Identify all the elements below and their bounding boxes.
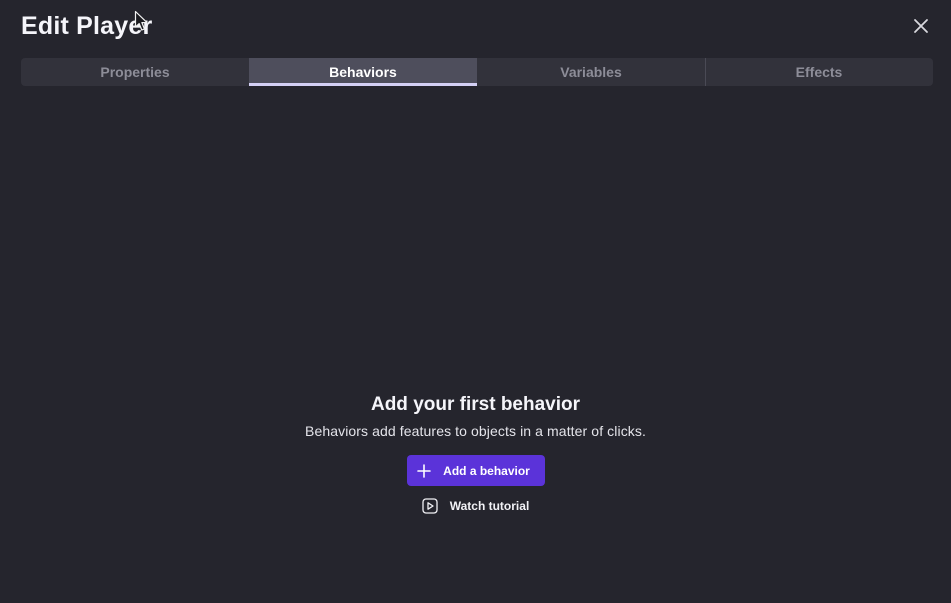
watch-tutorial-button[interactable]: Watch tutorial [422, 495, 530, 517]
tab-label: Properties [100, 64, 170, 80]
plus-icon [417, 463, 431, 478]
add-behavior-label: Add a behavior [443, 463, 530, 478]
close-icon [914, 19, 928, 33]
edit-object-dialog: Edit Player Properties Behaviors Variabl… [0, 0, 951, 603]
dialog-title: Edit Player [21, 12, 153, 40]
empty-state: Add your first behavior Behaviors add fe… [0, 392, 951, 517]
watch-tutorial-label: Watch tutorial [449, 499, 530, 513]
close-button[interactable] [909, 14, 933, 38]
tab-behaviors[interactable]: Behaviors [249, 58, 477, 86]
tab-label: Variables [560, 64, 622, 80]
tab-variables[interactable]: Variables [477, 58, 705, 86]
play-icon [422, 498, 438, 514]
empty-state-description: Behaviors add features to objects in a m… [305, 423, 646, 439]
tab-label: Behaviors [329, 64, 397, 80]
add-behavior-button[interactable]: Add a behavior [406, 455, 545, 486]
empty-state-title: Add your first behavior [370, 394, 581, 415]
tab-label: Effects [795, 64, 843, 80]
dialog-header: Edit Player [21, 8, 933, 44]
tab-properties[interactable]: Properties [21, 58, 249, 86]
mouse-cursor-icon [134, 10, 148, 31]
tab-bar: Properties Behaviors Variables Effects [21, 58, 933, 86]
tab-effects[interactable]: Effects [705, 58, 933, 86]
